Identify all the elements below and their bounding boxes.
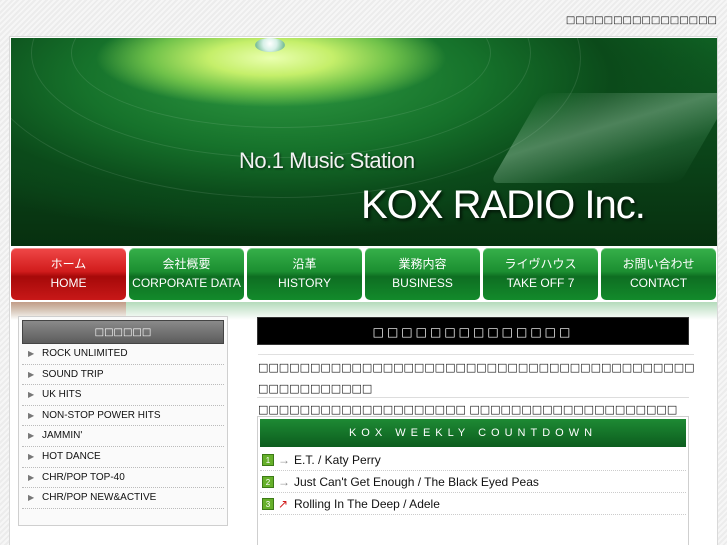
sidebar-item-label: NON-STOP POWER HITS [42, 409, 161, 421]
nav-corporate-data[interactable]: 会社概要 CORPORATE DATA [129, 248, 244, 300]
sidebar-item-jammin[interactable]: ▶ JAMMIN' [22, 426, 224, 447]
banner-tagline: No.1 Music Station [239, 148, 415, 173]
song-title: E.T. / Katy Perry [294, 453, 381, 467]
sidebar-item-rock-unlimited[interactable]: ▶ ROCK UNLIMITED [22, 344, 224, 365]
song-title: Just Can't Get Enough / The Black Eyed P… [294, 475, 539, 489]
arrow-right-icon: ▶ [28, 349, 35, 358]
nav-label-jp: 会社概要 [162, 257, 211, 271]
song-title: Rolling In The Deep / Adele [294, 497, 440, 511]
trend-flat-icon: → [278, 453, 290, 467]
arrow-right-icon: ▶ [28, 451, 35, 461]
arrow-right-icon: ▶ [28, 472, 35, 482]
nav-take-off-7[interactable]: ライヴハウス TAKE OFF 7 [483, 248, 598, 300]
nav-label-jp: 沿革 [292, 257, 317, 271]
banner-brand: KOX RADIO Inc. [361, 183, 646, 227]
nav-label-jp: ホーム [50, 257, 87, 271]
rank-badge: 1 [262, 454, 274, 466]
sidebar-item-label: ROCK UNLIMITED [42, 348, 128, 359]
arrow-right-icon: ▶ [28, 431, 35, 441]
main-nav: ホーム HOME 会社概要 CORPORATE DATA 沿革 HISTORY … [11, 248, 717, 300]
weekly-countdown: KOX WEEKLY COUNTDOWN 1 → E.T. / Katy Per… [257, 416, 689, 545]
arrow-right-icon: ▶ [28, 369, 35, 379]
nav-label-en: BUSINESS [392, 276, 453, 290]
nav-label-en: HISTORY [278, 276, 331, 290]
nav-history[interactable]: 沿革 HISTORY [247, 248, 362, 300]
sidebar-item-label: UK HITS [42, 389, 82, 401]
sidebar-title: □□□□□□ [22, 320, 224, 344]
nav-label-en: HOME [50, 276, 87, 290]
arrow-right-icon: ▶ [28, 390, 35, 400]
countdown-entry[interactable]: 3 ↗ Rolling In The Deep / Adele [260, 493, 686, 515]
sidebar-item-label: CHR/POP TOP-40 [42, 471, 125, 483]
nav-label-en: CONTACT [629, 276, 688, 290]
sidebar-item-hot-dance[interactable]: ▶ HOT DANCE [22, 447, 224, 468]
sidebar-list: ▶ ROCK UNLIMITED ▶ SOUND TRIP ▶ UK HITS ▶ NO… [22, 344, 224, 509]
sidebar-item-label: JAMMIN' [42, 430, 83, 442]
sidebar-item-chr-pop-top-40[interactable]: ▶ CHR/POP TOP-40 [22, 468, 224, 489]
rank-badge: 3 [262, 498, 274, 510]
trend-up-icon: ↗ [278, 497, 289, 511]
nav-business[interactable]: 業務内容 BUSINESS [365, 248, 480, 300]
countdown-entry[interactable]: 1 → E.T. / Katy Perry [260, 449, 686, 471]
trend-flat-icon: → [278, 475, 290, 489]
nav-label-jp: ライヴハウス [504, 257, 577, 271]
nav-label-jp: 業務内容 [398, 257, 447, 271]
nav-contact[interactable]: お問い合わせ CONTACT [601, 248, 716, 300]
record-spindle [255, 38, 285, 52]
nav-home[interactable]: ホーム HOME [11, 248, 126, 300]
notice-body: □□□□□□□□□□□□□□□□□□□□□□□□□□□□□□□□□□□□□□□□… [258, 354, 695, 420]
notice-line: □□□□□□□□□□□□□□□□□□□□□□□□□□□□□□□□□□□□□□□□… [258, 361, 695, 395]
top-utility-text: □□□□□□□□□□□□□□□□ [565, 15, 717, 26]
sidebar-item-chr-pop-new-active[interactable]: ▶ CHR/POP NEW&ACTIVE [22, 488, 224, 509]
rank-badge: 2 [262, 476, 274, 488]
sidebar-item-label: CHR/POP NEW&ACTIVE [42, 492, 157, 504]
sidebar-item-label: HOT DANCE [42, 450, 101, 462]
countdown-entry[interactable]: 2 → Just Can't Get Enough / The Black Ey… [260, 471, 686, 493]
arrow-right-icon: ▶ [28, 493, 35, 503]
sidebar-item-uk-hits[interactable]: ▶ UK HITS [22, 385, 224, 406]
notice-heading: □□□□□□□□□□□□□□ [257, 317, 689, 345]
nav-label-jp: お問い合わせ [622, 257, 695, 271]
arrow-right-icon: ▶ [28, 410, 35, 420]
sidebar-item-non-stop-power-hits[interactable]: ▶ NON-STOP POWER HITS [22, 406, 224, 427]
sidebar-item-sound-trip[interactable]: ▶ SOUND TRIP [22, 365, 224, 386]
countdown-title: KOX WEEKLY COUNTDOWN [260, 419, 686, 447]
nav-label-en: CORPORATE DATA [132, 276, 241, 290]
sidebar-program-list: □□□□□□ ▶ ROCK UNLIMITED ▶ SOUND TRIP ▶ UK H… [18, 316, 228, 526]
header-banner: No.1 Music Station KOX RADIO Inc. [11, 38, 717, 246]
divider [257, 397, 689, 398]
sidebar-item-label: SOUND TRIP [42, 368, 104, 380]
nav-label-en: TAKE OFF 7 [506, 276, 575, 290]
